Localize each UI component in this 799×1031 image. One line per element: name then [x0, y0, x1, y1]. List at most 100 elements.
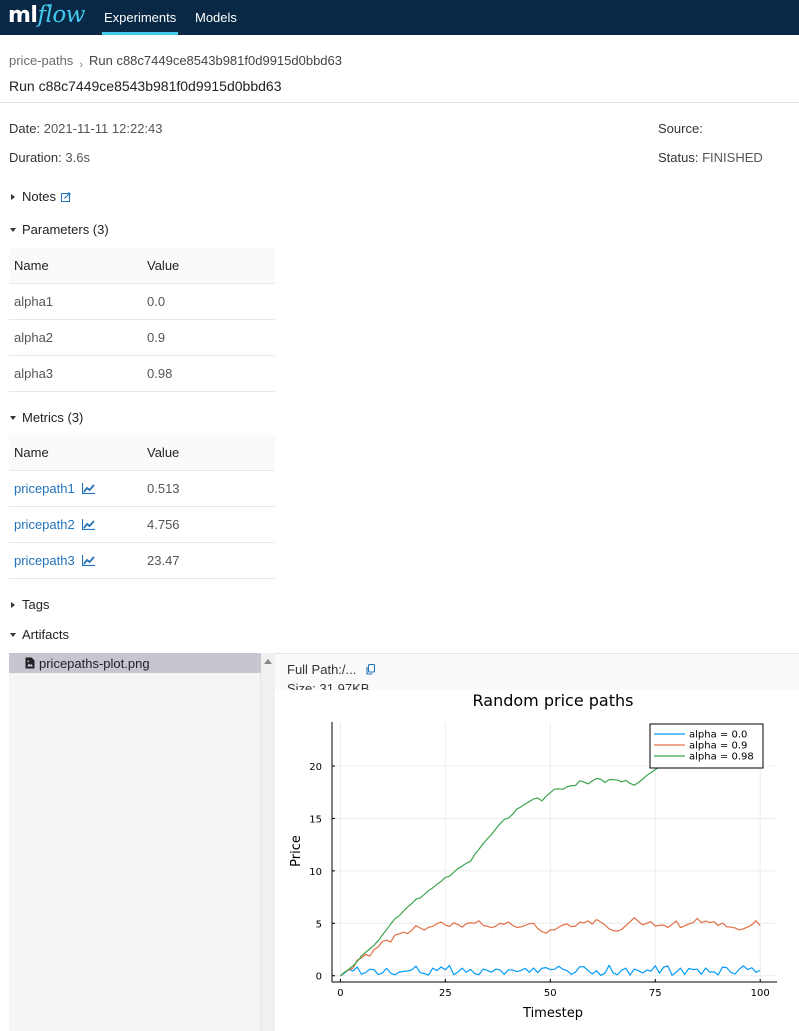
- notes-section-toggle[interactable]: Notes: [9, 189, 71, 204]
- nav-models-link[interactable]: Models: [195, 0, 237, 35]
- logo-flow-text: flow: [37, 2, 85, 28]
- y-tick-label: 10: [309, 867, 322, 878]
- caret-down-icon: [9, 630, 20, 640]
- param-name: alpha2: [9, 319, 147, 356]
- file-image-icon: [25, 657, 35, 669]
- table-header-row: Name Value: [9, 435, 275, 471]
- artifact-tree: pricepaths-plot.png: [9, 653, 261, 1031]
- metrics-table: Name Value pricepath1 0.513 pricepath2 4…: [9, 435, 275, 579]
- metrics-section-toggle[interactable]: Metrics (3): [9, 410, 83, 425]
- y-tick-label: 0: [316, 972, 322, 983]
- table-row: alpha2 0.9: [9, 319, 275, 356]
- metric-col-value[interactable]: Value: [147, 435, 275, 471]
- status-colon: :: [694, 150, 699, 165]
- table-row: pricepath1 0.513: [9, 470, 275, 507]
- param-col-name[interactable]: Name: [9, 248, 147, 284]
- metric-name-cell: pricepath2: [9, 506, 147, 543]
- x-tick-label: 100: [751, 988, 770, 999]
- param-value: 0.98: [147, 355, 275, 392]
- run-source: Source:: [658, 121, 703, 136]
- metric-name-cell: pricepath1: [9, 470, 147, 507]
- metric-value: 23.47: [147, 542, 275, 579]
- legend-label: alpha = 0.0: [689, 730, 747, 741]
- top-nav-bar: ml flow Experiments Models: [0, 0, 799, 35]
- table-row: alpha1 0.0: [9, 283, 275, 320]
- metric-value: 4.756: [147, 506, 275, 543]
- y-tick-label: 5: [316, 919, 322, 930]
- param-name: alpha1: [9, 283, 147, 320]
- nav-experiments-link[interactable]: Experiments: [101, 0, 179, 35]
- metrics-label: Metrics (3): [22, 410, 84, 425]
- mlflow-logo[interactable]: ml flow: [8, 2, 85, 32]
- metric-col-name[interactable]: Name: [9, 435, 147, 471]
- line-chart-icon[interactable]: [82, 518, 96, 530]
- caret-down-icon: [9, 225, 20, 235]
- duration-colon: :: [58, 150, 62, 165]
- chart-legend: alpha = 0.0alpha = 0.9alpha = 0.98: [649, 723, 764, 769]
- parameters-section-toggle[interactable]: Parameters (3): [9, 222, 109, 237]
- artifact-full-path: Full Path:/...: [287, 662, 376, 677]
- date-label: Date: [9, 121, 37, 136]
- copy-icon[interactable]: [366, 664, 376, 675]
- legend-label: alpha = 0.98: [689, 752, 754, 763]
- metric-link[interactable]: pricepath1: [14, 481, 75, 496]
- artifact-size: Size: 31.97KB: [287, 681, 369, 690]
- logo-ml-text: ml: [8, 3, 38, 28]
- price-paths-chart: 0 25 50 75 100 0 5 10 15 20 Random price paths Ti…: [289, 691, 777, 1021]
- date-value: 2021-11-11 12:22:43: [43, 121, 163, 136]
- x-tick-label: 75: [649, 988, 662, 999]
- status-label: Status: [658, 150, 695, 165]
- line-chart-icon[interactable]: [82, 482, 96, 494]
- x-tick-label: 25: [439, 988, 452, 999]
- chart-title: Random price paths: [473, 691, 634, 710]
- date-colon: :: [36, 121, 41, 136]
- edit-icon[interactable]: [60, 191, 71, 202]
- header-divider: [0, 102, 799, 103]
- breadcrumb-separator: ›: [79, 59, 83, 71]
- parameters-table: Name Value alpha1 0.0 alpha2 0.9 alpha3 …: [9, 248, 275, 392]
- y-tick-label: 20: [309, 762, 322, 773]
- size-value: 31.97KB: [319, 681, 370, 690]
- source-label: Source: [658, 121, 700, 136]
- table-header-row: Name Value: [9, 248, 275, 284]
- run-duration: Duration: 3.6s: [9, 150, 90, 165]
- artifact-file-item[interactable]: pricepaths-plot.png: [9, 653, 261, 673]
- x-tick-label: 50: [544, 988, 557, 999]
- full-path-value: /...: [341, 662, 357, 677]
- metric-value: 0.513: [147, 470, 275, 507]
- metric-name-cell: pricepath3: [9, 542, 147, 579]
- table-row: pricepath3 23.47: [9, 542, 275, 579]
- breadcrumb-run: Run c88c7449ce8543b981f0d9915d0bbd63: [88, 53, 342, 68]
- parameters-label: Parameters (3): [22, 222, 109, 237]
- param-value: 0.0: [147, 283, 275, 320]
- line-chart-icon[interactable]: [82, 554, 96, 566]
- tags-section-toggle[interactable]: Tags: [9, 597, 49, 612]
- artifact-tree-scrollbar[interactable]: [261, 653, 275, 1031]
- run-status: Status: FINISHED: [658, 150, 763, 165]
- page-title: Run c88c7449ce8543b981f0d9915d0bbd63: [9, 78, 282, 94]
- chart-y-axis-label: Price: [289, 835, 304, 867]
- metric-link[interactable]: pricepath2: [14, 517, 75, 532]
- tags-label: Tags: [22, 597, 50, 612]
- artifact-image-preview: 0 25 50 75 100 0 5 10 15 20 Random price paths Ti…: [276, 690, 799, 1031]
- legend-label: alpha = 0.9: [689, 741, 747, 752]
- table-row: alpha3 0.98: [9, 355, 275, 392]
- param-col-value[interactable]: Value: [147, 248, 275, 284]
- artifacts-section-toggle[interactable]: Artifacts: [9, 627, 69, 642]
- size-label: Size:: [287, 681, 316, 690]
- duration-value: 3.6s: [65, 150, 90, 165]
- breadcrumb-experiment-link[interactable]: price-paths: [9, 53, 73, 68]
- duration-label: Duration: [9, 150, 59, 165]
- scroll-up-arrow-icon[interactable]: [264, 659, 272, 664]
- notes-label: Notes: [22, 189, 56, 204]
- param-value: 0.9: [147, 319, 275, 356]
- artifact-file-name: pricepaths-plot.png: [39, 655, 150, 671]
- caret-right-icon: [9, 600, 20, 610]
- table-row: pricepath2 4.756: [9, 506, 275, 543]
- param-name: alpha3: [9, 355, 147, 392]
- source-colon: :: [699, 121, 703, 136]
- metric-link[interactable]: pricepath3: [14, 553, 75, 568]
- run-date: Date: 2021-11-11 12:22:43: [9, 121, 163, 136]
- status-value: FINISHED: [702, 150, 763, 165]
- full-path-label: Full Path:: [287, 662, 342, 677]
